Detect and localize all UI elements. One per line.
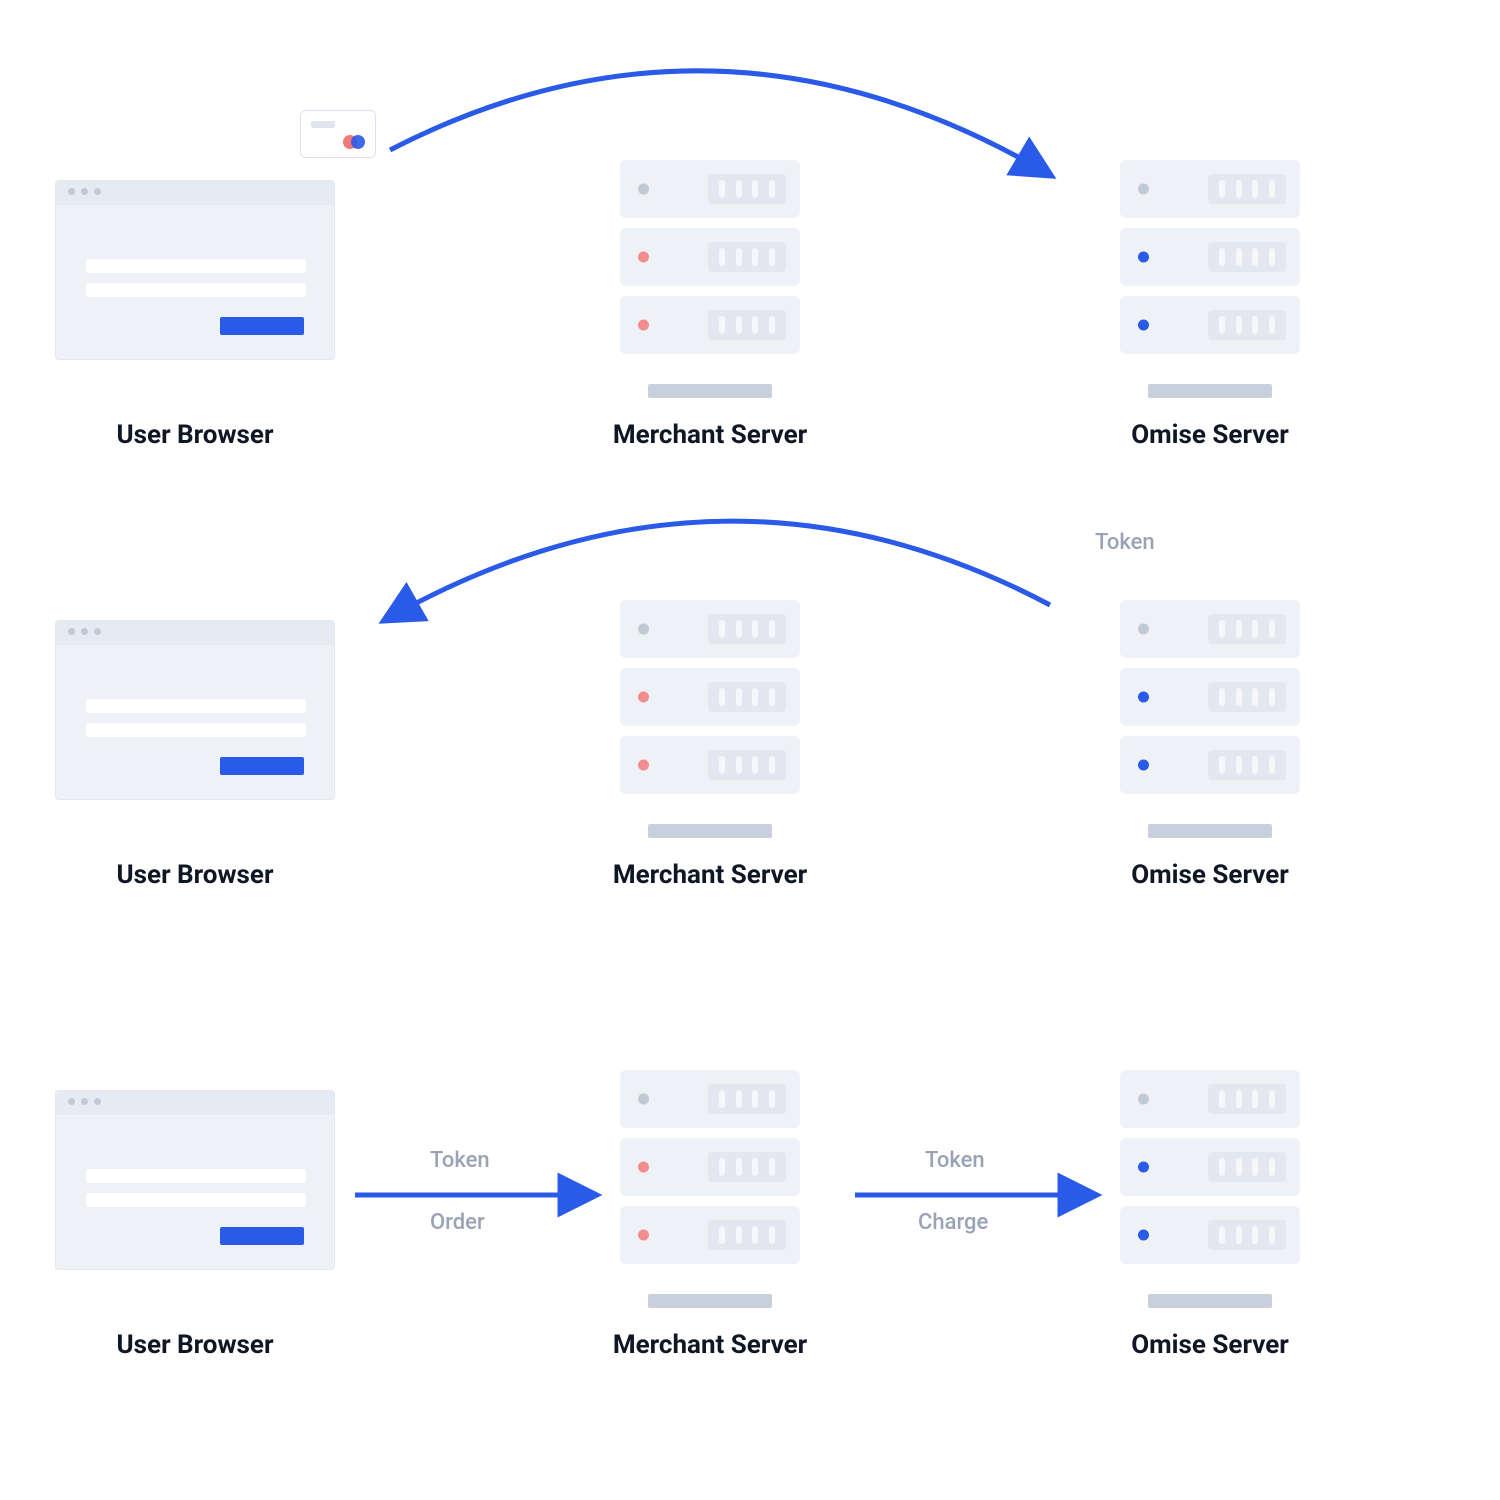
browser-icon [55, 180, 335, 360]
server-icon [1120, 600, 1300, 830]
server-icon [620, 1070, 800, 1300]
node-label: Omise Server [1070, 1330, 1350, 1360]
omise-server-node: Omise Server [1070, 1070, 1350, 1360]
server-icon [1120, 160, 1300, 390]
flow-label-order: Order [430, 1210, 485, 1235]
merchant-server-node: Merchant Server [570, 160, 850, 450]
merchant-server-node: Merchant Server [570, 1070, 850, 1360]
omise-server-node: Omise Server [1070, 600, 1350, 890]
user-browser-node: User Browser [55, 1070, 335, 1360]
node-label: Omise Server [1070, 420, 1350, 450]
user-browser-node: User Browser [55, 160, 335, 450]
browser-icon [55, 620, 335, 800]
flow-label-token: Token [925, 1148, 985, 1173]
node-label: User Browser [55, 1330, 335, 1360]
node-label: Omise Server [1070, 860, 1350, 890]
merchant-server-node: Merchant Server [570, 600, 850, 890]
flow-label-charge: Charge [918, 1210, 988, 1235]
node-label: Merchant Server [570, 860, 850, 890]
node-label: Merchant Server [570, 420, 850, 450]
flow-label-token: Token [1095, 530, 1155, 555]
server-icon [620, 160, 800, 390]
user-browser-node: User Browser [55, 600, 335, 890]
node-label: Merchant Server [570, 1330, 850, 1360]
omise-server-node: Omise Server [1070, 160, 1350, 450]
server-icon [1120, 1070, 1300, 1300]
flow-label-token: Token [430, 1148, 490, 1173]
server-icon [620, 600, 800, 830]
node-label: User Browser [55, 860, 335, 890]
browser-icon [55, 1090, 335, 1270]
credit-card-icon [300, 110, 376, 158]
node-label: User Browser [55, 420, 335, 450]
tokenization-flow-diagram: User Browser Merchant Server [0, 0, 1500, 1500]
